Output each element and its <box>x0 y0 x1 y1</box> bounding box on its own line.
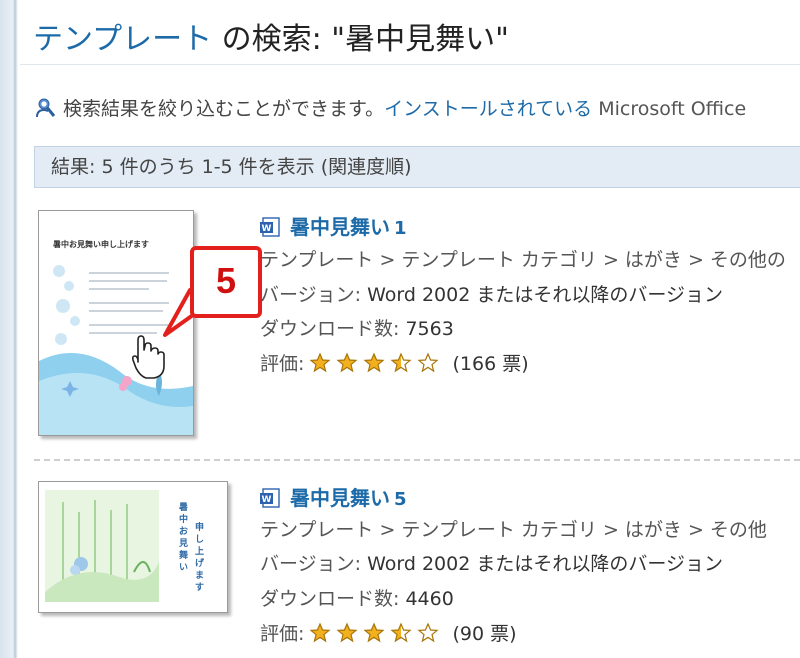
result-2-version: バージョン: Word 2002 またはそれ以降のバージョン <box>260 549 723 576</box>
result-1-title[interactable]: 暑中見舞い <box>290 215 390 239</box>
star-icon <box>417 622 439 643</box>
svg-text:申: 申 <box>195 521 204 533</box>
result-2-breadcrumb: テンプレート > テンプレート カテゴリ > はがき > その他 <box>260 519 767 541</box>
result-1-title-row[interactable]: W 暑中見舞い 1 <box>260 211 407 240</box>
result-1-breadcrumb: テンプレート > テンプレート カテゴリ > はがき > その他の <box>260 249 786 271</box>
vote-count: (90 票) <box>452 623 517 645</box>
svg-text:W: W <box>262 224 272 234</box>
star-icon <box>363 622 385 643</box>
installed-link[interactable]: インストールされている <box>384 98 592 120</box>
result-1-number[interactable]: 1 <box>394 218 407 239</box>
result-1-version: バージョン: Word 2002 またはそれ以降のバージョン <box>260 280 723 307</box>
search-person-icon <box>35 97 57 124</box>
svg-text:見: 見 <box>178 538 188 549</box>
version-label: バージョン: <box>260 553 362 575</box>
result-2-thumbnail[interactable]: 暑中お 見舞い 申し上 げます <box>38 481 228 613</box>
filter-hint-text: 検索結果を絞り込むことができます。 <box>63 98 385 120</box>
result-2-number[interactable]: 5 <box>394 489 407 510</box>
downloads-value: 7563 <box>399 318 454 340</box>
word-doc-icon: W <box>260 217 282 237</box>
star-icon <box>417 352 439 373</box>
svg-text:お: お <box>179 526 188 537</box>
star-icon <box>309 622 331 643</box>
result-1-rating: 評価: (166 票) <box>260 349 529 379</box>
svg-text:し: し <box>195 534 204 545</box>
microsoft-office-label: Microsoft Office <box>592 98 747 120</box>
results-summary-bar: 結果: 5 件のうち 1-5 件を表示 (関連度順) <box>34 146 800 188</box>
vote-count: (166 票) <box>452 353 529 375</box>
thumb-heading: 暑中お見舞い申し上げます <box>52 239 149 249</box>
svg-text:W: W <box>262 495 272 505</box>
step-callout: 5 <box>190 246 262 318</box>
version-label: バージョン: <box>260 284 362 306</box>
downloads-label: ダウンロード数: <box>260 318 400 340</box>
result-2-title[interactable]: 暑中見舞い <box>290 486 390 510</box>
svg-text:上: 上 <box>195 545 204 557</box>
header-divider <box>20 64 800 65</box>
svg-text:い: い <box>179 563 188 573</box>
version-value: Word 2002 またはそれ以降のバージョン <box>361 553 723 575</box>
rating-stars <box>309 622 446 649</box>
results-divider <box>34 459 800 461</box>
star-icon <box>390 622 412 643</box>
svg-text:す: す <box>195 582 204 593</box>
step-number: 5 <box>215 260 237 301</box>
search-query-title: の検索: "暑中見舞い" <box>212 22 509 57</box>
word-doc-icon: W <box>260 488 282 508</box>
result-2-rating: 評価: (90 票) <box>260 619 517 649</box>
star-icon <box>336 622 358 643</box>
star-icon <box>309 352 331 373</box>
window-left-edge <box>0 0 20 658</box>
svg-text:暑: 暑 <box>178 502 188 513</box>
results-summary-text: 結果: 5 件のうち 1-5 件を表示 (関連度順) <box>51 156 412 178</box>
rating-label: 評価: <box>260 623 305 645</box>
svg-text:舞: 舞 <box>179 549 188 561</box>
star-icon <box>390 352 412 373</box>
svg-text:げ: げ <box>195 557 205 569</box>
filter-hint: 検索結果を絞り込むことができます。インストールされている Microsoft O… <box>35 94 746 124</box>
rating-stars <box>309 352 446 379</box>
hand-cursor-icon <box>131 335 165 379</box>
page-title: テンプレート の検索: "暑中見舞い" <box>33 14 509 58</box>
version-value: Word 2002 またはそれ以降のバージョン <box>361 284 723 306</box>
star-icon <box>336 352 358 373</box>
star-icon <box>363 352 385 373</box>
downloads-value: 4460 <box>399 588 454 610</box>
rating-label: 評価: <box>260 353 305 375</box>
result-2-downloads: ダウンロード数: 4460 <box>260 584 454 611</box>
svg-text:中: 中 <box>179 513 188 525</box>
result-2-title-row[interactable]: W 暑中見舞い 5 <box>260 482 407 511</box>
result-1-downloads: ダウンロード数: 7563 <box>260 314 454 341</box>
downloads-label: ダウンロード数: <box>260 588 400 610</box>
templates-link[interactable]: テンプレート <box>33 22 212 57</box>
svg-text:ま: ま <box>195 570 204 581</box>
